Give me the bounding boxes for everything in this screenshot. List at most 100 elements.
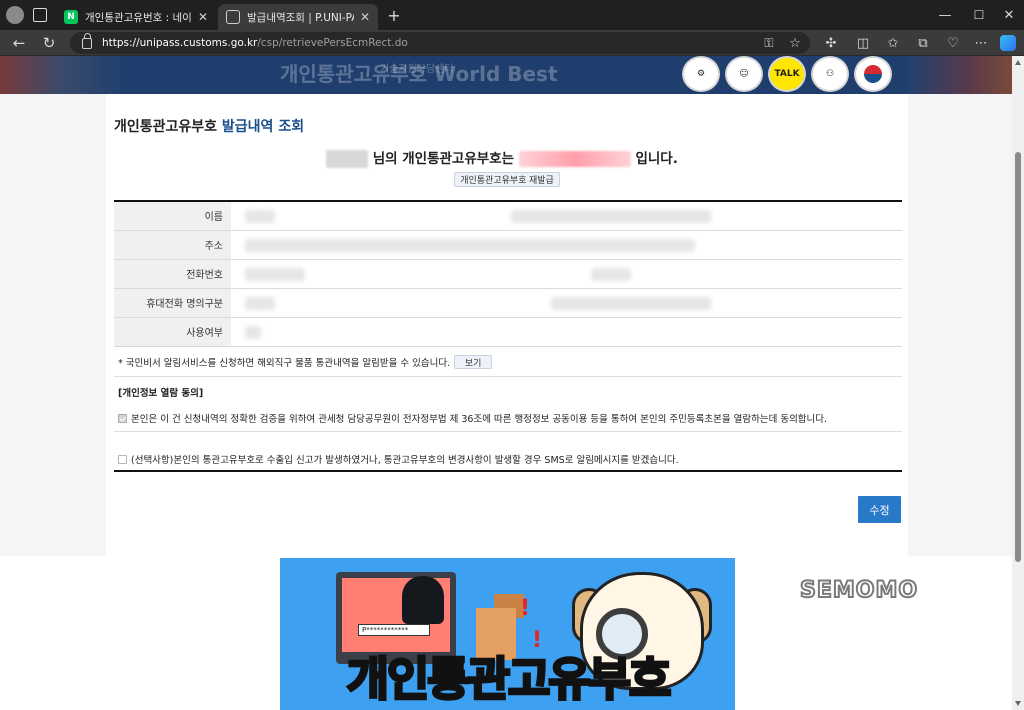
url-path: /csp/retrievePersEcmRect.do xyxy=(257,37,408,49)
row-value-mobile-owner xyxy=(231,288,902,318)
close-icon[interactable]: ✕ xyxy=(198,10,208,24)
divider xyxy=(114,431,902,432)
taegeuk-icon[interactable] xyxy=(854,56,892,92)
tab-actions-icon[interactable] xyxy=(33,8,47,22)
watermark: SEMOMO xyxy=(799,577,919,604)
blurred-value xyxy=(511,210,711,223)
left-gutter xyxy=(0,94,106,556)
key-icon[interactable]: ⚿ xyxy=(760,34,778,52)
maximize-icon[interactable]: ☐ xyxy=(970,6,988,24)
row-value-usage xyxy=(231,317,902,347)
new-tab-button[interactable]: + xyxy=(386,6,402,25)
split-screen-icon[interactable]: ◫ xyxy=(854,34,872,52)
browser-essentials-icon[interactable]: ♡ xyxy=(944,34,962,52)
copilot-icon[interactable] xyxy=(1000,35,1016,51)
close-window-icon[interactable]: ✕ xyxy=(1000,6,1018,24)
blurred-value xyxy=(245,210,275,223)
blurred-value xyxy=(245,267,305,281)
right-gutter xyxy=(908,94,1012,556)
close-icon[interactable]: ✕ xyxy=(360,10,370,24)
profile-icon[interactable] xyxy=(6,6,24,24)
promo-banner[interactable]: P************ ! ! 개인통관고유부호 xyxy=(280,558,735,710)
edit-button[interactable]: 수정 xyxy=(858,496,901,523)
main-content: 개인통관고유부호 발급내역 조회 님의 개인통관고유부호는 입니다. 개인통관고… xyxy=(106,94,908,556)
banner-left-image xyxy=(0,56,120,94)
table-row: 주소 xyxy=(114,230,902,260)
minimize-icon[interactable]: — xyxy=(936,6,954,24)
scroll-thumb[interactable] xyxy=(1015,152,1021,562)
blurred-value xyxy=(245,238,695,252)
row-value-address xyxy=(231,230,902,260)
scroll-down-icon[interactable] xyxy=(1015,701,1021,706)
blurred-name xyxy=(326,150,368,168)
consent-optional-text: (선택사항)본인의 통관고유부호로 수출입 신고가 발생하였거나, 통관고유부호… xyxy=(131,455,679,466)
tab-bar: N 개인통관고유번호 : 네이버 검색 ✕ 발급내역조회 | P.UNI-PAS… xyxy=(0,0,1024,30)
consent-required-checkbox[interactable] xyxy=(118,413,127,423)
page-title: 개인통관고유부호 발급내역 조회 xyxy=(114,116,304,136)
summary-suffix: 입니다. xyxy=(635,151,678,167)
row-label-name: 이름 xyxy=(114,201,231,231)
gear-face-icon[interactable]: ⚙ xyxy=(682,56,720,92)
table-row: 사용여부 xyxy=(114,317,902,347)
url-field[interactable]: https://unipass.customs.go.kr/csp/retrie… xyxy=(70,32,810,54)
refresh-icon[interactable]: ↻ xyxy=(40,34,58,52)
banner-right-image xyxy=(907,56,1012,94)
row-label-mobile-owner: 휴대전화 명의구분 xyxy=(114,288,231,318)
tab-title: 발급내역조회 | P.UNI-PASS 개인통관 xyxy=(247,11,354,24)
scroll-up-icon[interactable] xyxy=(1015,60,1021,65)
info-table: 이름 주소 전화번호 휴대전화 명의구분 사용여부 xyxy=(114,200,902,347)
table-bottom-line xyxy=(114,470,902,472)
notice-line: * 국민비서 알림서비스를 신청하면 해외직구 물품 통관내역을 알림받을 수 … xyxy=(118,355,493,369)
row-value-phone xyxy=(231,259,902,289)
lock-icon xyxy=(82,32,92,49)
talk-icon[interactable]: TALK xyxy=(768,56,806,92)
naver-favicon-icon: N xyxy=(64,10,78,24)
blurred-value xyxy=(245,296,275,310)
reissue-button[interactable]: 개인통관고유부호 재발급 xyxy=(454,172,560,187)
favorite-star-icon[interactable]: ☆ xyxy=(786,34,804,52)
row-value-name xyxy=(231,201,902,231)
consent-row-required: 본인은 이 건 신청내역의 정확한 검증을 위하여 관세청 담당공무원이 전자정… xyxy=(118,411,827,425)
consent-optional-checkbox[interactable] xyxy=(118,454,127,464)
row-label-phone: 전화번호 xyxy=(114,259,231,289)
avatar-icon[interactable]: ☺ xyxy=(725,56,763,92)
vertical-scrollbar[interactable] xyxy=(1012,56,1024,710)
thief-illustration xyxy=(402,576,444,624)
header-banner: 개인통관고유부호 World Best 기술지원상담센터 ⚙ ☺ TALK ⚇ xyxy=(0,56,1012,94)
url-host: https://unipass.customs.go.kr xyxy=(102,37,258,49)
title-prefix: 개인통관고유부호 xyxy=(114,119,218,135)
banner-ghost-sub: 기술지원상담센터 xyxy=(380,64,454,75)
collections-icon[interactable]: ⧉ xyxy=(914,34,932,52)
exclamation-icon: ! xyxy=(532,628,543,653)
blurred-customs-code xyxy=(518,151,631,167)
row-label-address: 주소 xyxy=(114,230,231,260)
divider xyxy=(114,376,902,377)
table-row: 이름 xyxy=(114,201,902,231)
blurred-value xyxy=(591,267,631,281)
tab-naver-search[interactable]: N 개인통관고유번호 : 네이버 검색 ✕ xyxy=(56,4,216,30)
blurred-value xyxy=(551,296,711,310)
table-row: 휴대전화 명의구분 xyxy=(114,288,902,318)
talk-label: TALK xyxy=(774,69,800,79)
people-icon[interactable]: ⚇ xyxy=(811,56,849,92)
view-button[interactable]: 보기 xyxy=(454,355,493,369)
page-favicon-icon xyxy=(226,10,240,24)
page-viewport: 개인통관고유부호 World Best 기술지원상담센터 ⚙ ☺ TALK ⚇ … xyxy=(0,56,1012,710)
summary-middle: 님의 개인통관고유부호는 xyxy=(372,151,515,167)
exclamation-icon: ! xyxy=(520,596,531,621)
summary-line: 님의 개인통관고유부호는 입니다. xyxy=(326,147,706,168)
table-row: 전화번호 xyxy=(114,259,902,289)
consent-title: [개인정보 열람 동의] xyxy=(118,388,204,399)
back-icon[interactable]: ← xyxy=(10,34,28,52)
blurred-value xyxy=(245,325,261,339)
promo-headline: 개인통관고유부호 xyxy=(345,652,673,706)
extensions-icon[interactable]: ✣ xyxy=(822,34,840,52)
password-field-illustration: P************ xyxy=(358,624,430,636)
tab-unipass[interactable]: 발급내역조회 | P.UNI-PASS 개인통관 ✕ xyxy=(218,4,378,30)
row-label-usage: 사용여부 xyxy=(114,317,231,347)
notice-text: * 국민비서 알림서비스를 신청하면 해외직구 물품 통관내역을 알림받을 수 … xyxy=(118,358,451,369)
tab-title: 개인통관고유번호 : 네이버 검색 xyxy=(85,11,192,24)
more-menu-icon[interactable]: ⋯ xyxy=(972,34,990,52)
favorites-icon[interactable]: ✩ xyxy=(884,34,902,52)
consent-row-optional: (선택사항)본인의 통관고유부호로 수출입 신고가 발생하였거나, 통관고유부호… xyxy=(118,452,679,466)
